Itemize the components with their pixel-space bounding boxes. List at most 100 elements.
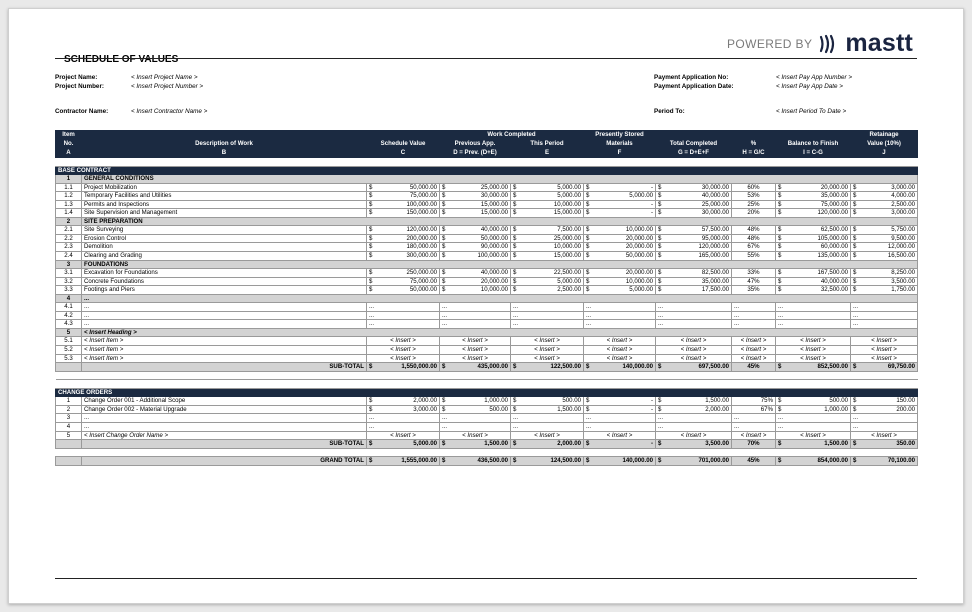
value-e[interactable]: $500.00 — [510, 396, 584, 406]
value-i[interactable]: $60,000.00 — [775, 242, 851, 252]
ellipsis-cell[interactable]: ... — [366, 319, 440, 329]
insert-cell[interactable]: < Insert > — [366, 353, 440, 364]
value-d[interactable]: $20,000.00 — [439, 276, 511, 287]
value-f[interactable]: $50,000.00 — [583, 251, 656, 261]
item-description[interactable]: Clearing and Grading — [81, 251, 367, 261]
value-f[interactable]: $20,000.00 — [583, 268, 656, 278]
value-g[interactable]: $2,000.00 — [655, 404, 732, 415]
insert-cell[interactable]: < Insert > — [850, 345, 918, 355]
ellipsis-cell[interactable]: ... — [850, 413, 918, 423]
insert-cell[interactable]: < Insert > — [510, 345, 584, 355]
insert-cell[interactable]: < Insert > — [439, 336, 511, 347]
insert-cell[interactable]: < Insert > — [731, 336, 776, 347]
value-f[interactable]: $ - — [583, 404, 656, 415]
insert-cell[interactable]: < Insert > — [439, 353, 511, 364]
value-e[interactable]: $15,000.00 — [510, 251, 584, 261]
insert-cell[interactable]: < Insert > — [775, 336, 851, 347]
value-i[interactable]: $1,000.00 — [775, 404, 851, 415]
ellipsis-cell[interactable]: ... — [583, 302, 656, 312]
group-heading[interactable]: FOUNDATIONS — [81, 259, 918, 270]
percent-cell[interactable]: 45% — [731, 362, 776, 372]
insert-cell[interactable]: < Insert > — [439, 430, 511, 441]
insert-cell[interactable]: < Insert > — [655, 336, 732, 347]
value-f[interactable]: $ - — [583, 199, 656, 210]
ellipsis-cell[interactable]: ... — [655, 310, 732, 321]
value-g[interactable]: $30,000.00 — [655, 208, 732, 218]
insert-cell[interactable]: < Insert > — [850, 430, 918, 441]
value-e[interactable]: $5,000.00 — [510, 191, 584, 201]
ellipsis-cell[interactable]: ... — [583, 413, 656, 423]
insert-cell[interactable]: < Insert > — [366, 430, 440, 441]
percent-cell[interactable]: 45% — [731, 456, 776, 466]
insert-cell[interactable]: < Insert > — [655, 345, 732, 355]
value-i[interactable]: $20,000.00 — [775, 182, 851, 193]
value-d[interactable]: $15,000.00 — [439, 208, 511, 218]
value-g[interactable]: $165,000.00 — [655, 251, 732, 261]
value-c[interactable]: $1,555,000.00 — [366, 456, 440, 466]
value-i[interactable]: $1,500.00 — [775, 439, 851, 449]
group-heading[interactable]: SITE PREPARATION — [81, 216, 918, 227]
percent-cell[interactable]: 33% — [731, 268, 776, 278]
value-j[interactable]: $9,500.00 — [850, 233, 918, 244]
ellipsis-cell[interactable]: ... — [439, 302, 511, 312]
percent-cell[interactable]: 55% — [731, 251, 776, 261]
value-f[interactable]: $140,000.00 — [583, 362, 656, 372]
value-d[interactable]: $25,000.00 — [439, 182, 511, 193]
ellipsis-cell[interactable]: ... — [510, 421, 584, 432]
value-j[interactable]: $69,750.00 — [850, 362, 918, 372]
ellipsis-cell[interactable]: ... — [583, 310, 656, 321]
value-i[interactable]: $40,000.00 — [775, 276, 851, 287]
group-heading[interactable]: < Insert Heading > — [81, 327, 918, 338]
ellipsis-cell[interactable]: ... — [850, 421, 918, 432]
value-f[interactable]: $5,000.00 — [583, 285, 656, 295]
value-i[interactable]: $500.00 — [775, 396, 851, 406]
value-f[interactable]: $10,000.00 — [583, 276, 656, 287]
insert-cell[interactable]: < Insert > — [366, 345, 440, 355]
ellipsis-cell[interactable]: ... — [366, 302, 440, 312]
ellipsis-cell[interactable]: ... — [775, 319, 851, 329]
value-f[interactable]: $20,000.00 — [583, 233, 656, 244]
value-i[interactable]: $167,500.00 — [775, 268, 851, 278]
value-g[interactable]: $40,000.00 — [655, 191, 732, 201]
ellipsis-cell[interactable]: ... — [439, 319, 511, 329]
ellipsis-cell[interactable]: ... — [510, 302, 584, 312]
value-c[interactable]: $250,000.00 — [366, 268, 440, 278]
ellipsis-cell[interactable]: ... — [775, 413, 851, 423]
value-e[interactable]: $7,500.00 — [510, 225, 584, 235]
value-d[interactable]: $500.00 — [439, 404, 511, 415]
value-e[interactable]: $10,000.00 — [510, 242, 584, 252]
value-c[interactable]: $50,000.00 — [366, 182, 440, 193]
value-e[interactable]: $122,500.00 — [510, 362, 584, 372]
ellipsis-cell[interactable]: ... — [366, 413, 440, 423]
value-d[interactable]: $435,000.00 — [439, 362, 511, 372]
insert-cell[interactable]: < Insert > — [731, 353, 776, 364]
item-description[interactable]: < Insert Item > — [81, 345, 367, 355]
value-g[interactable]: $3,500.00 — [655, 439, 732, 449]
value-e[interactable]: $124,500.00 — [510, 456, 584, 466]
insert-cell[interactable]: < Insert > — [775, 430, 851, 441]
percent-cell[interactable]: 60% — [731, 182, 776, 193]
ellipsis-cell[interactable]: ... — [775, 421, 851, 432]
value-c[interactable]: $180,000.00 — [366, 242, 440, 252]
value-i[interactable]: $75,000.00 — [775, 199, 851, 210]
insert-cell[interactable]: < Insert > — [731, 345, 776, 355]
item-description[interactable]: Concrete Foundations — [81, 276, 367, 287]
value-j[interactable]: $16,500.00 — [850, 251, 918, 261]
value-f[interactable]: $20,000.00 — [583, 242, 656, 252]
value-g[interactable]: $95,000.00 — [655, 233, 732, 244]
percent-cell[interactable]: 67% — [731, 242, 776, 252]
insert-cell[interactable]: < Insert > — [510, 430, 584, 441]
pay-app-date-field[interactable]: < Insert Pay App Date > — [776, 83, 843, 90]
value-e[interactable]: $2,000.00 — [510, 439, 584, 449]
value-g[interactable]: $82,500.00 — [655, 268, 732, 278]
percent-cell[interactable]: 48% — [731, 225, 776, 235]
value-d[interactable]: $40,000.00 — [439, 268, 511, 278]
value-g[interactable]: $120,000.00 — [655, 242, 732, 252]
value-i[interactable]: $32,500.00 — [775, 285, 851, 295]
item-description[interactable]: Erosion Control — [81, 233, 367, 244]
value-d[interactable]: $10,000.00 — [439, 285, 511, 295]
ellipsis-cell[interactable]: ... — [775, 302, 851, 312]
ellipsis-cell[interactable]: ... — [439, 310, 511, 321]
value-j[interactable]: $5,750.00 — [850, 225, 918, 235]
value-f[interactable]: $ - — [583, 208, 656, 218]
